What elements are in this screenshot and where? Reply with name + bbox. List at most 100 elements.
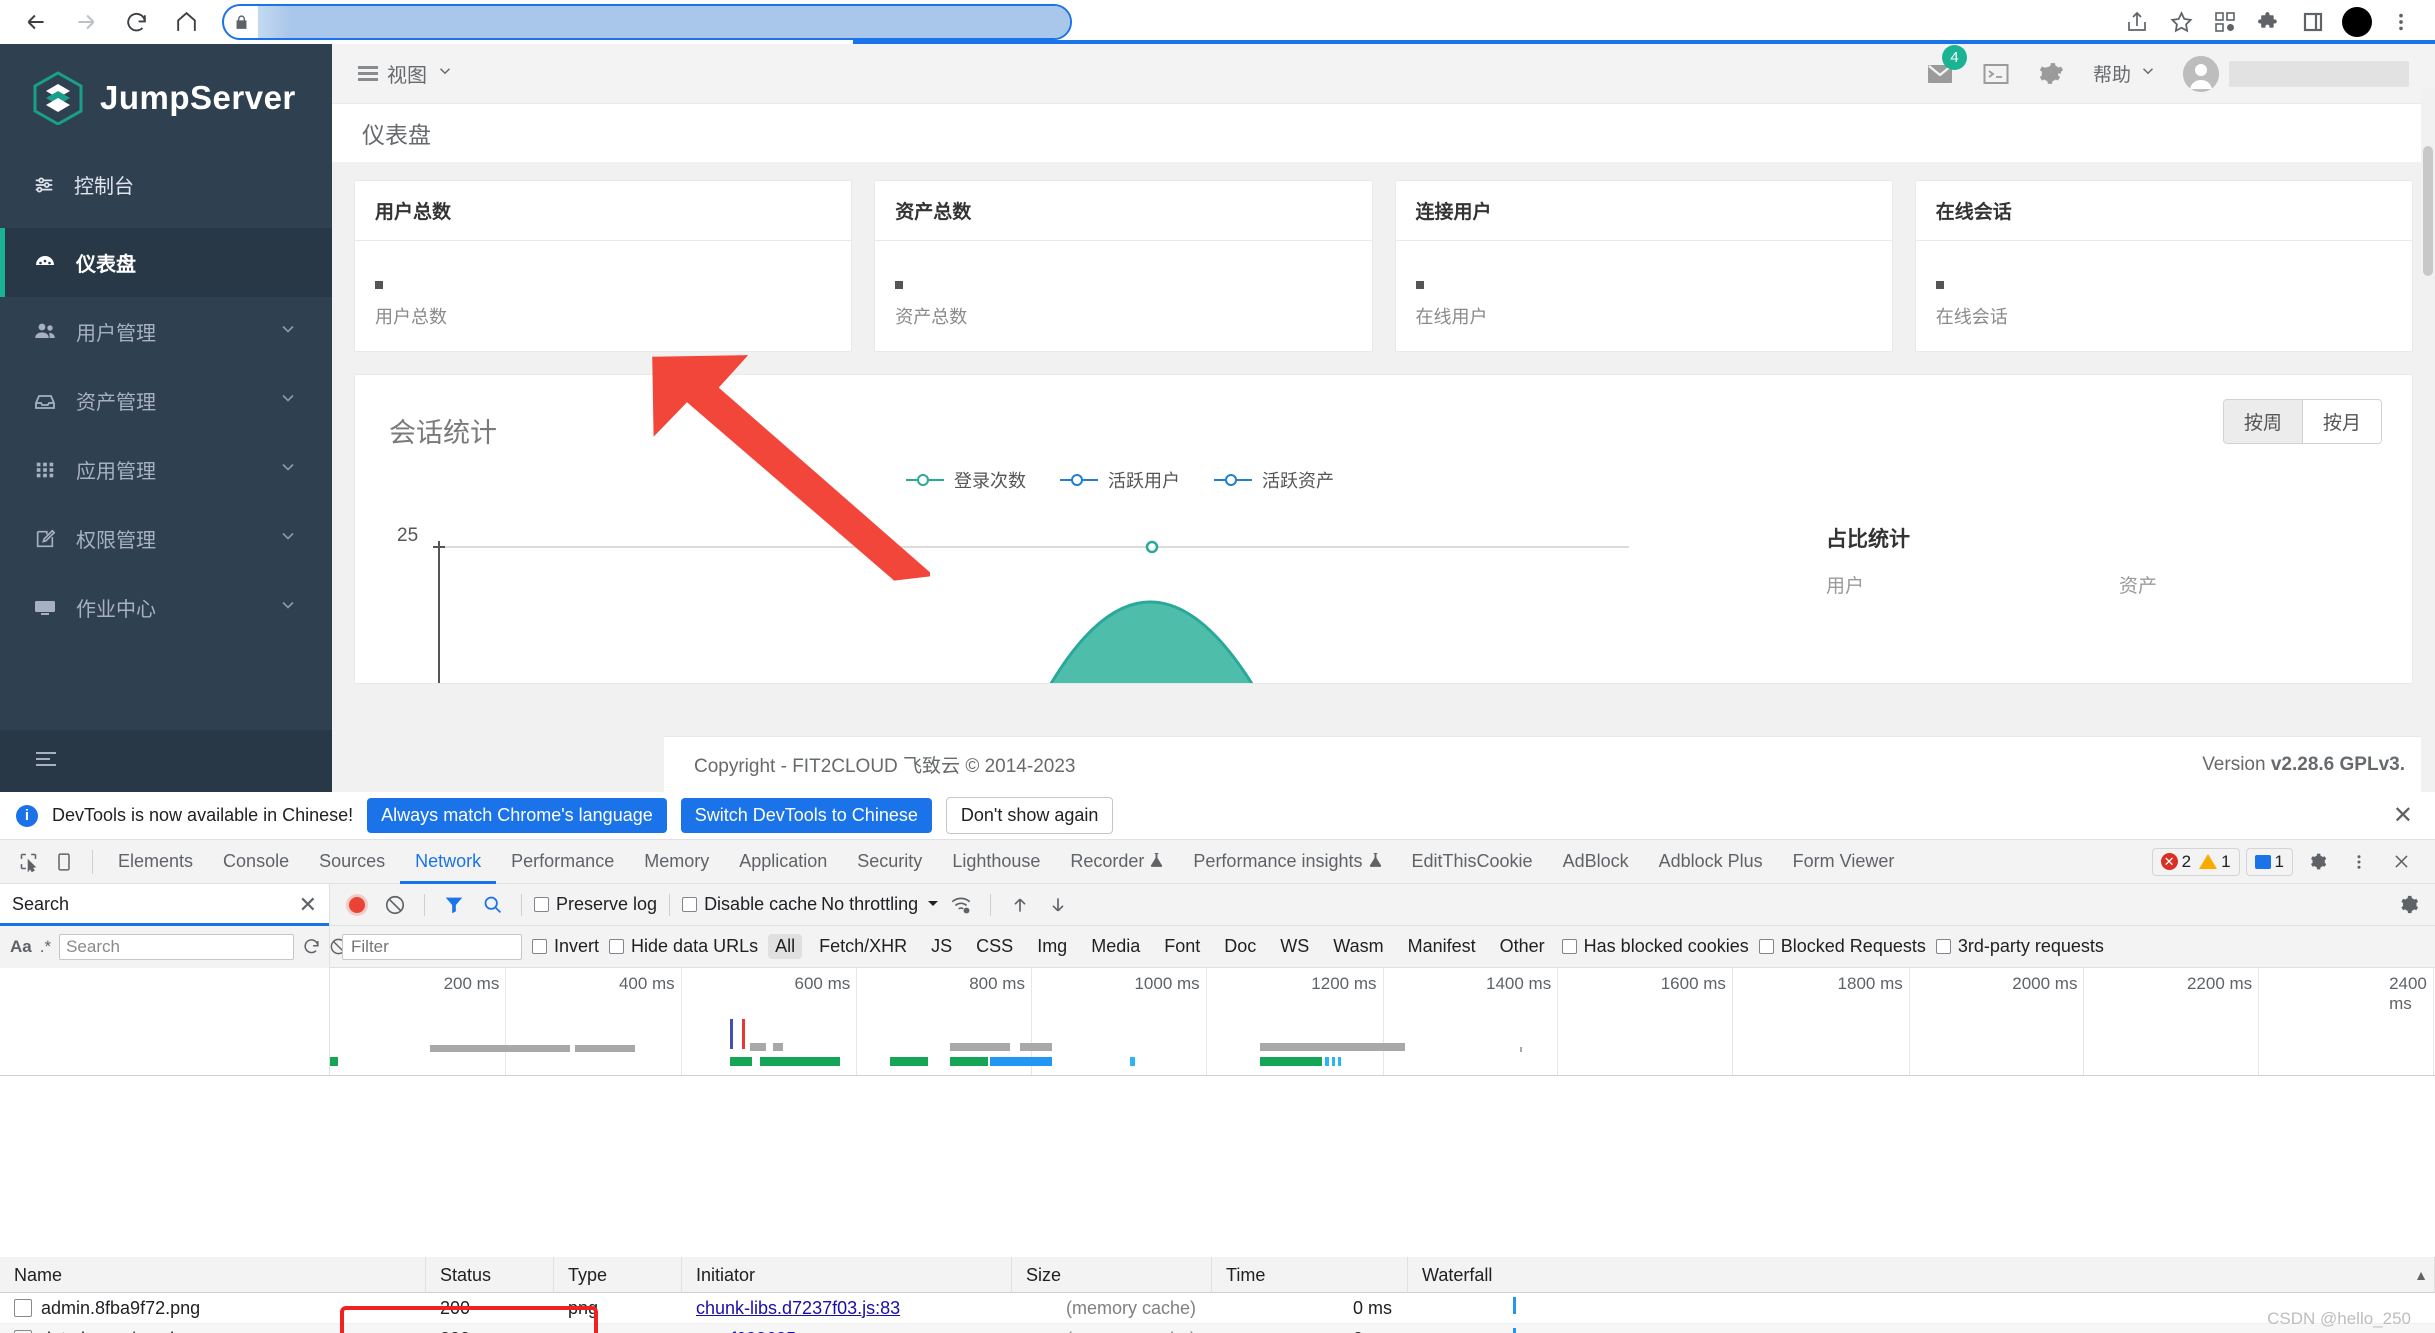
regex-icon[interactable]: .* (40, 937, 51, 957)
sidebar-item-asset-management[interactable]: 资产管理 (0, 366, 332, 435)
table-row[interactable]: admin.8fba9f72.png 200 png chunk-libs.d7… (0, 1293, 2435, 1324)
warning-count[interactable]: 1 (2199, 852, 2230, 872)
side-panel-icon[interactable] (2293, 2, 2333, 42)
hide-data-urls-checkbox[interactable]: Hide data URLs (609, 936, 758, 957)
switch-devtools-chinese-button[interactable]: Switch DevTools to Chinese (681, 798, 932, 833)
tab-network[interactable]: Network (400, 840, 496, 884)
tab-elements[interactable]: Elements (103, 840, 208, 884)
blocked-requests-checkbox[interactable]: Blocked Requests (1759, 936, 1926, 957)
tab-console[interactable]: Console (208, 840, 304, 884)
star-icon[interactable] (2161, 2, 2201, 42)
issues-summary[interactable]: ✕ 2 1 (2152, 848, 2240, 876)
address-bar[interactable] (222, 4, 1072, 40)
forward-icon[interactable] (64, 2, 108, 42)
period-month-button[interactable]: 按月 (2303, 400, 2381, 443)
cell-name[interactable]: admin.8fba9f72.png (0, 1293, 426, 1324)
overview-timeline[interactable]: 200 ms 400 ms 600 ms 800 ms 1000 ms 1200… (330, 968, 2435, 1075)
address-bar-selected-text[interactable] (258, 6, 1070, 38)
column-header-time[interactable]: Time (1212, 1257, 1408, 1293)
search-icon[interactable] (475, 888, 509, 922)
qr-code-icon[interactable] (2205, 2, 2245, 42)
gear-icon[interactable] (2037, 59, 2067, 89)
legend-item-login-count[interactable]: 登录次数 (906, 467, 1026, 493)
home-icon[interactable] (164, 2, 208, 42)
profile-avatar[interactable] (2337, 2, 2377, 42)
sidebar-item-user-management[interactable]: 用户管理 (0, 297, 332, 366)
terminal-icon[interactable] (1981, 59, 2011, 89)
filter-type-js[interactable]: JS (924, 934, 959, 959)
preserve-log-checkbox[interactable]: Preserve log (534, 894, 657, 915)
tab-lighthouse[interactable]: Lighthouse (937, 840, 1055, 884)
filter-type-other[interactable]: Other (1493, 934, 1552, 959)
cell-initiator[interactable]: app.f622635c.css (682, 1324, 1012, 1333)
column-header-size[interactable]: Size (1012, 1257, 1212, 1293)
match-case-icon[interactable]: Aa (10, 937, 32, 957)
tab-form-viewer[interactable]: Form Viewer (1778, 840, 1910, 884)
record-button[interactable] (340, 888, 374, 922)
network-overview-timeline[interactable]: 200 ms 400 ms 600 ms 800 ms 1000 ms 1200… (0, 968, 2435, 1076)
always-match-language-button[interactable]: Always match Chrome's language (367, 798, 667, 833)
refresh-icon[interactable] (302, 934, 321, 960)
three-dot-menu-icon[interactable] (2341, 845, 2377, 879)
sidebar-item-dashboard[interactable]: 仪表盘 (0, 228, 332, 297)
has-blocked-cookies-checkbox[interactable]: Has blocked cookies (1562, 936, 1749, 957)
filter-type-fetch-xhr[interactable]: Fetch/XHR (812, 934, 914, 959)
sidebar-console[interactable]: 控制台 (0, 152, 332, 218)
message-count[interactable]: 1 (2246, 848, 2293, 876)
sidebar-collapse-bar[interactable] (0, 730, 332, 792)
tab-recorder[interactable]: Recorder (1055, 840, 1178, 884)
close-icon[interactable] (2383, 845, 2419, 879)
legend-item-active-assets[interactable]: 活跃资产 (1214, 467, 1334, 493)
table-row[interactable]: data:image/png;base 200 png app.f622635c… (0, 1324, 2435, 1333)
view-dropdown[interactable]: 视图 (358, 59, 454, 88)
search-input[interactable] (59, 934, 294, 960)
device-toolbar-icon[interactable] (46, 845, 82, 879)
export-har-icon[interactable] (1041, 888, 1075, 922)
mail-icon[interactable]: 4 (1925, 59, 1955, 89)
page-scrollbar-track[interactable] (2421, 88, 2435, 792)
column-header-type[interactable]: Type (554, 1257, 682, 1293)
third-party-requests-checkbox[interactable]: 3rd-party requests (1936, 936, 2104, 957)
error-count[interactable]: ✕ 2 (2161, 852, 2191, 872)
tab-editthiscookie[interactable]: EditThisCookie (1397, 840, 1548, 884)
tab-security[interactable]: Security (842, 840, 937, 884)
close-icon[interactable]: ✕ (2393, 801, 2419, 830)
user-menu[interactable] (2183, 56, 2409, 92)
tab-performance-insights[interactable]: Performance insights (1178, 840, 1396, 884)
filter-type-manifest[interactable]: Manifest (1401, 934, 1483, 959)
back-icon[interactable] (14, 2, 58, 42)
puzzle-icon[interactable] (2249, 2, 2289, 42)
cell-name[interactable]: data:image/png;base (0, 1324, 426, 1333)
filter-type-ws[interactable]: WS (1273, 934, 1316, 959)
filter-icon[interactable] (437, 888, 471, 922)
tab-adblock-plus[interactable]: Adblock Plus (1644, 840, 1778, 884)
column-header-status[interactable]: Status (426, 1257, 554, 1293)
import-har-icon[interactable] (1003, 888, 1037, 922)
tab-adblock[interactable]: AdBlock (1548, 840, 1644, 884)
filter-type-wasm[interactable]: Wasm (1326, 934, 1390, 959)
share-icon[interactable] (2117, 2, 2157, 42)
disable-cache-checkbox[interactable]: Disable cache (682, 894, 817, 915)
collapse-sidebar-icon[interactable] (34, 750, 58, 773)
filter-type-font[interactable]: Font (1157, 934, 1207, 959)
cell-initiator[interactable]: chunk-libs.d7237f03.js:83 (682, 1293, 1012, 1324)
network-conditions-icon[interactable] (944, 888, 978, 922)
column-header-waterfall[interactable]: Waterfall ▲ (1408, 1257, 2435, 1293)
help-dropdown[interactable]: 帮助 (2093, 60, 2157, 87)
filter-type-doc[interactable]: Doc (1217, 934, 1263, 959)
filter-type-media[interactable]: Media (1084, 934, 1147, 959)
filter-input[interactable] (342, 934, 522, 960)
clear-icon[interactable] (378, 888, 412, 922)
reload-icon[interactable] (114, 2, 158, 42)
filter-type-css[interactable]: CSS (969, 934, 1020, 959)
gear-icon[interactable] (2299, 845, 2335, 879)
filter-type-all[interactable]: All (768, 934, 802, 959)
legend-item-active-users[interactable]: 活跃用户 (1060, 467, 1180, 493)
column-header-name[interactable]: Name (0, 1257, 426, 1293)
tab-sources[interactable]: Sources (304, 840, 400, 884)
sidebar-item-application-management[interactable]: 应用管理 (0, 435, 332, 504)
dont-show-again-button[interactable]: Don't show again (946, 797, 1114, 834)
brand-logo-area[interactable]: JumpServer (0, 44, 332, 152)
sidebar-item-permission-management[interactable]: 权限管理 (0, 504, 332, 573)
period-week-button[interactable]: 按周 (2224, 400, 2303, 443)
